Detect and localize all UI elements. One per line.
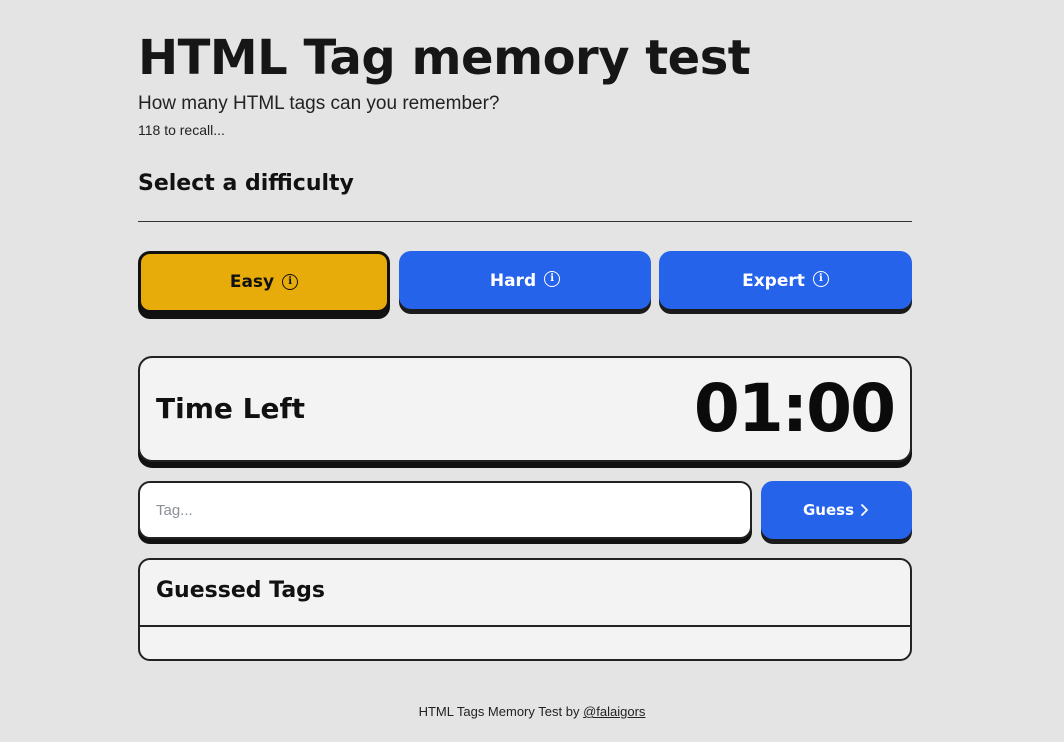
tag-input[interactable] (138, 481, 752, 539)
difficulty-expert-label: Expert (742, 271, 805, 291)
timer-value: 01:00 (693, 370, 896, 447)
difficulty-heading: Select a difficulty (138, 171, 354, 196)
footer-text: HTML Tags Memory Test by (418, 704, 580, 719)
chevron-right-icon (861, 504, 868, 516)
difficulty-hard-label: Hard (489, 271, 537, 291)
footer: HTML Tags Memory Test by @falaigors (0, 704, 1064, 719)
difficulty-expert-button[interactable]: Expert i (659, 251, 912, 309)
info-icon[interactable]: i (282, 274, 299, 290)
tag-count-text: 118 to recall... (138, 122, 225, 138)
guessed-tags-divider (140, 625, 910, 627)
page-title: HTML Tag memory test (138, 30, 751, 86)
difficulty-easy-button[interactable]: Easy i (138, 251, 390, 313)
difficulty-hard-button[interactable]: Hard i (399, 251, 651, 309)
difficulty-easy-label: Easy (229, 272, 275, 292)
timer-label: Time Left (156, 392, 306, 425)
guess-button-label: Guess (802, 501, 855, 519)
timer-card: Time Left 01:00 (138, 356, 912, 462)
page-subtitle: How many HTML tags can you remember? (138, 93, 500, 114)
guessed-tags-card: Guessed Tags (138, 558, 912, 661)
guessed-tags-heading: Guessed Tags (156, 578, 326, 603)
footer-author-link[interactable]: @falaigors (583, 704, 645, 719)
guess-button[interactable]: Guess (761, 481, 912, 539)
info-icon[interactable]: i (812, 271, 829, 287)
difficulty-divider (138, 221, 912, 222)
info-icon[interactable]: i (544, 271, 561, 287)
